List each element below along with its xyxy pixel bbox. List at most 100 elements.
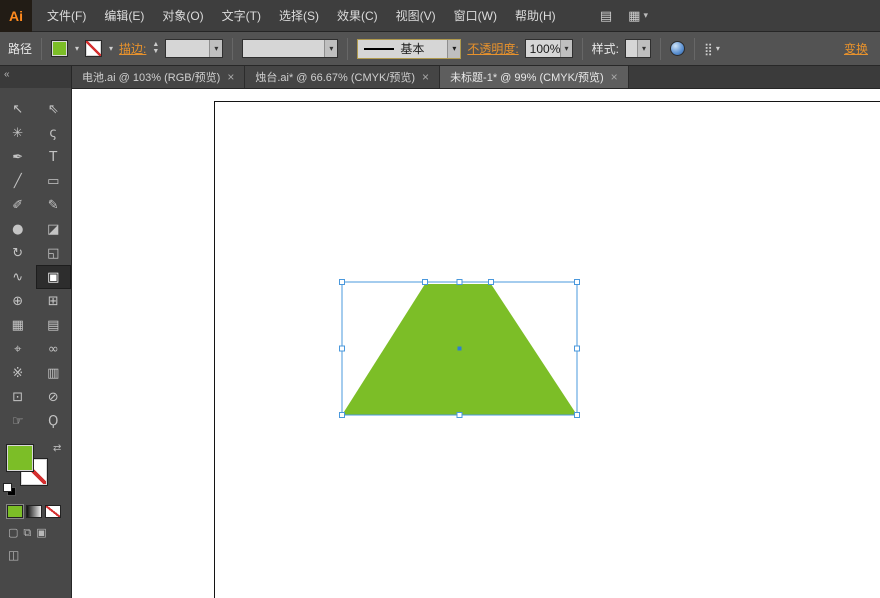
chevron-down-icon[interactable]: ▾ [109,44,113,53]
chevron-down-icon: ▾ [716,44,720,53]
none-button[interactable] [45,505,61,518]
direct-selection-tool[interactable]: ⇖ [36,97,72,121]
scale-tool[interactable]: ◱ [36,241,72,265]
chevron-down-icon[interactable]: ▾ [75,44,79,53]
eraser-tool[interactable]: ◪ [36,217,72,241]
width-tool[interactable]: ∿ [0,265,36,289]
fill-color-swatch[interactable] [51,40,68,57]
selection-handle[interactable] [575,346,580,351]
close-icon[interactable]: × [611,71,618,83]
change-screen-mode-button[interactable]: ◫ [8,548,19,562]
blend-tool[interactable]: ∞ [36,337,72,361]
selection-handle[interactable] [423,280,428,285]
menu-help[interactable]: 帮助(H) [506,0,565,32]
hand-tool[interactable]: ☞ [0,409,36,433]
menu-window[interactable]: 窗口(W) [445,0,506,32]
tab-title: 烛台.ai* @ 66.67% (CMYK/预览) [255,69,415,85]
drawing-modes-row: ▢ ⧉ ▣ [0,518,71,540]
draw-inside-button[interactable]: ▣ [36,526,46,540]
paintbrush-tool[interactable]: ✐ [0,193,36,217]
menubar: Ai 文件(F) 编辑(E) 对象(O) 文字(T) 选择(S) 效果(C) 视… [0,0,880,32]
color-button[interactable] [7,505,23,518]
selection-handle[interactable] [575,280,580,285]
brush-definition-combo[interactable]: ▾ [242,39,338,58]
chevron-down-icon[interactable]: ▾ [447,40,460,58]
blob-brush-tool[interactable]: ● [0,217,36,241]
bridge-icon[interactable]: ▤ [600,8,612,24]
close-icon[interactable]: × [227,71,234,83]
selection-handle[interactable] [457,413,462,418]
tab-document-2[interactable]: 烛台.ai* @ 66.67% (CMYK/预览) × [245,66,440,88]
selection-handle[interactable] [340,280,345,285]
eyedropper-tool[interactable]: ⌖ [0,337,36,361]
tools-grid: ↖ ⇖ ✳ ς ✒ T ╱ ▭ ✐ ✎ ● ◪ ↻ ◱ ∿ ▣ ⊕ ⊞ ▦ ▤ [0,88,71,433]
rectangle-tool[interactable]: ▭ [36,169,72,193]
style-combo[interactable]: ▾ [625,39,651,58]
fill-swatch[interactable] [7,445,33,471]
lasso-tool[interactable]: ς [36,121,72,145]
type-tool[interactable]: T [36,145,72,169]
selection-handle[interactable] [575,413,580,418]
selection-handle[interactable] [489,280,494,285]
menu-type[interactable]: 文字(T) [213,0,270,32]
recolor-artwork-icon[interactable] [670,41,685,56]
close-icon[interactable]: × [422,71,429,83]
chevron-down-icon[interactable]: ▾ [209,40,222,57]
free-transform-tool[interactable]: ▣ [36,265,72,289]
menu-view[interactable]: 视图(V) [387,0,445,32]
menu-file[interactable]: 文件(F) [38,0,95,32]
opacity-value: 100% [530,42,561,56]
default-fill-icon [3,483,12,492]
tools-panel: « ↖ ⇖ ✳ ς ✒ T ╱ ▭ ✐ ✎ ● ◪ ↻ ◱ ∿ ▣ ⊕ ⊞ [0,66,72,598]
arrange-documents-icon[interactable]: ▦▾ [628,8,648,24]
collapse-panel-button[interactable]: « [4,69,10,80]
canvas[interactable] [72,89,880,598]
opacity-combo[interactable]: 100% ▾ [525,39,573,58]
chevron-down-icon[interactable]: ▾ [560,40,571,57]
document-tabbar: 电池.ai @ 103% (RGB/预览) × 烛台.ai* @ 66.67% … [72,66,880,89]
default-fill-stroke-icon[interactable] [3,483,17,497]
tab-document-3[interactable]: 未标题-1* @ 99% (CMYK/预览) × [440,66,629,88]
chevron-down-icon: ▾ [643,10,648,21]
column-graph-tool[interactable]: ▥ [36,361,72,385]
transform-panel-link[interactable]: 变换 [844,40,868,57]
opacity-panel-link[interactable]: 不透明度: [467,40,518,57]
separator [41,38,42,60]
draw-normal-button[interactable]: ▢ [8,526,18,540]
selection-tool[interactable]: ↖ [0,97,36,121]
line-segment-tool[interactable]: ╱ [0,169,36,193]
selection-handle[interactable] [457,280,462,285]
stroke-weight-combo[interactable]: ▾ [165,39,223,58]
artboard-tool[interactable]: ⊡ [0,385,36,409]
pen-tool[interactable]: ✒ [0,145,36,169]
mesh-tool[interactable]: ▦ [0,313,36,337]
chevron-down-icon[interactable]: ▾ [324,40,337,57]
stroke-panel-link[interactable]: 描边: [119,40,146,57]
shape-builder-tool[interactable]: ⊕ [0,289,36,313]
selection-handle[interactable] [340,346,345,351]
magic-wand-tool[interactable]: ✳ [0,121,36,145]
stroke-weight-stepper[interactable]: ▲ ▼ [152,42,159,55]
menu-object[interactable]: 对象(O) [153,0,212,32]
slice-tool[interactable]: ⊘ [36,385,72,409]
rotate-tool[interactable]: ↻ [0,241,36,265]
swap-fill-stroke-icon[interactable]: ⇄ [53,443,61,454]
align-options-icon[interactable]: ⣿▾ [704,42,720,56]
stepper-down-icon[interactable]: ▼ [152,49,159,55]
chevron-down-icon[interactable]: ▾ [637,40,650,57]
selection-handle[interactable] [340,413,345,418]
tab-document-1[interactable]: 电池.ai @ 103% (RGB/预览) × [72,66,245,88]
zoom-tool[interactable]: Ϙ [36,409,72,433]
pencil-tool[interactable]: ✎ [36,193,72,217]
gradient-button[interactable] [26,505,42,518]
perspective-grid-tool[interactable]: ⊞ [36,289,72,313]
menu-edit[interactable]: 编辑(E) [95,0,153,32]
menu-select[interactable]: 选择(S) [270,0,328,32]
stroke-style-combo[interactable]: 基本 ▾ [357,39,461,59]
gradient-tool[interactable]: ▤ [36,313,72,337]
symbol-sprayer-tool[interactable]: ※ [0,361,36,385]
stroke-color-swatch[interactable] [85,40,102,57]
menu-effect[interactable]: 效果(C) [328,0,387,32]
stroke-preview-line [364,48,394,50]
draw-behind-button[interactable]: ⧉ [23,526,31,540]
